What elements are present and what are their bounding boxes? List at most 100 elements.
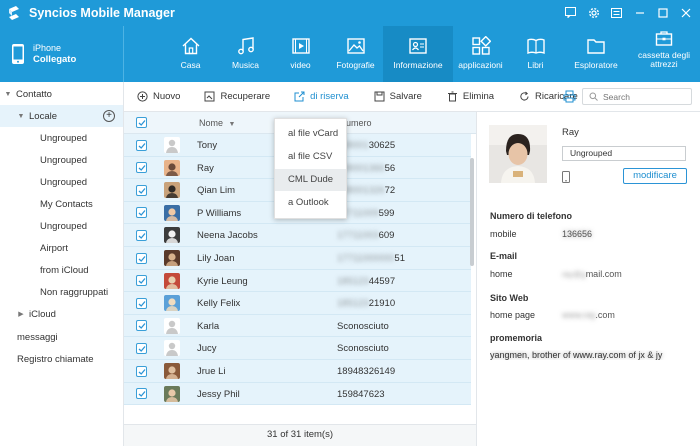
row-checkbox[interactable]: [136, 207, 147, 219]
toolbox-icon: [655, 31, 673, 46]
backup-button[interactable]: di riserva: [294, 91, 349, 102]
row-checkbox[interactable]: [136, 252, 147, 264]
window-controls: [562, 4, 694, 21]
contact-avatar: [164, 137, 180, 153]
table-row[interactable]: Lily Joan 1771100000051: [124, 247, 471, 270]
search-box[interactable]: [582, 88, 692, 105]
settings-gear-icon[interactable]: [585, 4, 602, 21]
sidebar-item-group[interactable]: Ungrouped: [0, 127, 123, 149]
tab-casa[interactable]: Casa: [163, 26, 218, 82]
tab-label: Fotografie: [336, 60, 375, 70]
contact-avatar: [164, 295, 180, 312]
column-header-name[interactable]: Nome ▼: [199, 118, 235, 128]
select-all-checkbox[interactable]: [136, 117, 147, 128]
row-checkbox[interactable]: [136, 184, 147, 196]
device-status: Collegato: [33, 54, 77, 65]
sidebar-item-group[interactable]: My Contacts: [0, 193, 123, 215]
sidebar-item-registro-chiamate[interactable]: Registro chiamate: [0, 348, 123, 370]
export-icon: [294, 91, 305, 102]
contact-name-cell: Jucy: [197, 343, 217, 355]
sidebar-item-group[interactable]: Ungrouped: [0, 171, 123, 193]
recover-button[interactable]: Recuperare: [204, 91, 270, 102]
contact-photo: [489, 125, 547, 183]
tab-esploratore[interactable]: Esploratore: [563, 26, 629, 82]
print-icon[interactable]: [563, 90, 576, 103]
tab-informazione[interactable]: Informazione: [383, 26, 453, 82]
table-row[interactable]: Karla Sconosciuto: [124, 314, 471, 338]
edit-button[interactable]: modificare: [623, 168, 687, 184]
feedback-icon[interactable]: [562, 4, 579, 21]
new-button[interactable]: Nuovo: [137, 91, 180, 102]
search-input[interactable]: [603, 91, 688, 102]
sidebar-item-locale[interactable]: ▼ Locale +: [0, 105, 123, 127]
sidebar-item-group[interactable]: Non raggruppati: [0, 281, 123, 303]
app-title: Syncios Mobile Manager: [29, 6, 175, 20]
sidebar-item-icloud[interactable]: ▶ iCloud: [0, 303, 123, 325]
sidebar-item-label: Locale: [29, 110, 57, 122]
contact-name-cell: Jessy Phil: [197, 388, 240, 400]
save-button[interactable]: Salvare: [374, 91, 422, 102]
contact-name: Ray: [562, 127, 579, 138]
contact-number-cell: 18948326149: [337, 366, 396, 377]
email-key: home: [490, 269, 513, 279]
menu-icon[interactable]: [608, 4, 625, 21]
contact-group-select[interactable]: Ungrouped: [562, 146, 686, 161]
menu-item-cml-dude[interactable]: CML Dude: [275, 169, 346, 191]
toolbar: Nuovo Recuperare di riserva Salvare Elim…: [124, 82, 700, 112]
number-visible-part: 56: [384, 162, 396, 174]
tab-libri[interactable]: Libri: [508, 26, 563, 82]
column-header-label: Nome: [199, 118, 224, 128]
delete-button[interactable]: Elimina: [447, 91, 494, 102]
table-row[interactable]: Kyrie Leung 18512344597: [124, 269, 471, 293]
table-scrollbar[interactable]: [470, 158, 474, 266]
close-icon[interactable]: [677, 4, 694, 21]
sidebar-item-group[interactable]: Airport: [0, 237, 123, 259]
folder-icon: [587, 39, 605, 54]
menu-item-vcard[interactable]: al file vCard: [275, 123, 346, 145]
column-header-number[interactable]: umero: [346, 118, 372, 128]
tab-label: applicazioni: [458, 60, 503, 70]
contact-name-cell: Jrue Li: [197, 366, 226, 377]
tab-musica[interactable]: Musica: [218, 26, 273, 82]
row-checkbox[interactable]: [136, 162, 147, 174]
caret-right-icon: ▶: [18, 311, 24, 318]
add-group-icon[interactable]: +: [103, 110, 115, 122]
device-panel[interactable]: iPhone Collegato: [0, 26, 124, 82]
row-checkbox[interactable]: [136, 297, 147, 309]
row-checkbox[interactable]: [136, 342, 147, 354]
tab-video[interactable]: video: [273, 26, 328, 82]
row-checkbox[interactable]: [136, 320, 147, 332]
row-checkbox[interactable]: [136, 139, 147, 151]
main-nav-bar: iPhone Collegato Casa Musica video Fotog…: [0, 26, 700, 82]
sidebar-item-messaggi[interactable]: messaggi: [0, 326, 123, 348]
row-checkbox[interactable]: [136, 365, 147, 377]
contact-name-cell: Kelly Felix: [197, 298, 241, 310]
table-row[interactable]: Jrue Li 18948326149: [124, 360, 471, 383]
sidebar-item-contatto[interactable]: ▼ Contatto: [0, 83, 123, 105]
row-checkbox[interactable]: [136, 229, 147, 241]
contact-card-icon: [409, 38, 427, 54]
row-checkbox[interactable]: [136, 388, 147, 400]
minimize-icon[interactable]: [631, 4, 648, 21]
tab-applicazioni[interactable]: applicazioni: [453, 26, 508, 82]
mobile-phone-icon: [562, 171, 570, 183]
table-row[interactable]: Jessy Phil 159847623: [124, 382, 471, 406]
video-icon: [291, 38, 310, 54]
contact-name-cell: Kyrie Leung: [197, 275, 248, 287]
table-row[interactable]: Jucy Sconosciuto: [124, 337, 471, 360]
maximize-icon[interactable]: [654, 4, 671, 21]
menu-item-csv[interactable]: al file CSV: [275, 146, 346, 168]
sidebar-item-group[interactable]: Ungrouped: [0, 215, 123, 237]
menu-item-outlook[interactable]: a Outlook: [275, 192, 346, 214]
sidebar-item-group[interactable]: Ungrouped: [0, 149, 123, 171]
tab-fotografie[interactable]: Fotografie: [328, 26, 383, 82]
delete-button-label: Elimina: [462, 91, 495, 102]
sidebar-item-group[interactable]: from iCloud: [0, 259, 123, 281]
row-checkbox[interactable]: [136, 275, 147, 287]
tab-label: Casa: [180, 60, 201, 70]
app-window: Syncios Mobile Manager iPhone Collegato …: [0, 0, 700, 446]
refresh-icon: [520, 91, 529, 101]
tab-cassetta-attrezzi[interactable]: cassetta degli attrezzi: [629, 26, 699, 82]
table-row[interactable]: Neena Jacobs 17711003609: [124, 224, 471, 247]
table-row[interactable]: Kelly Felix 18512321910: [124, 292, 471, 315]
